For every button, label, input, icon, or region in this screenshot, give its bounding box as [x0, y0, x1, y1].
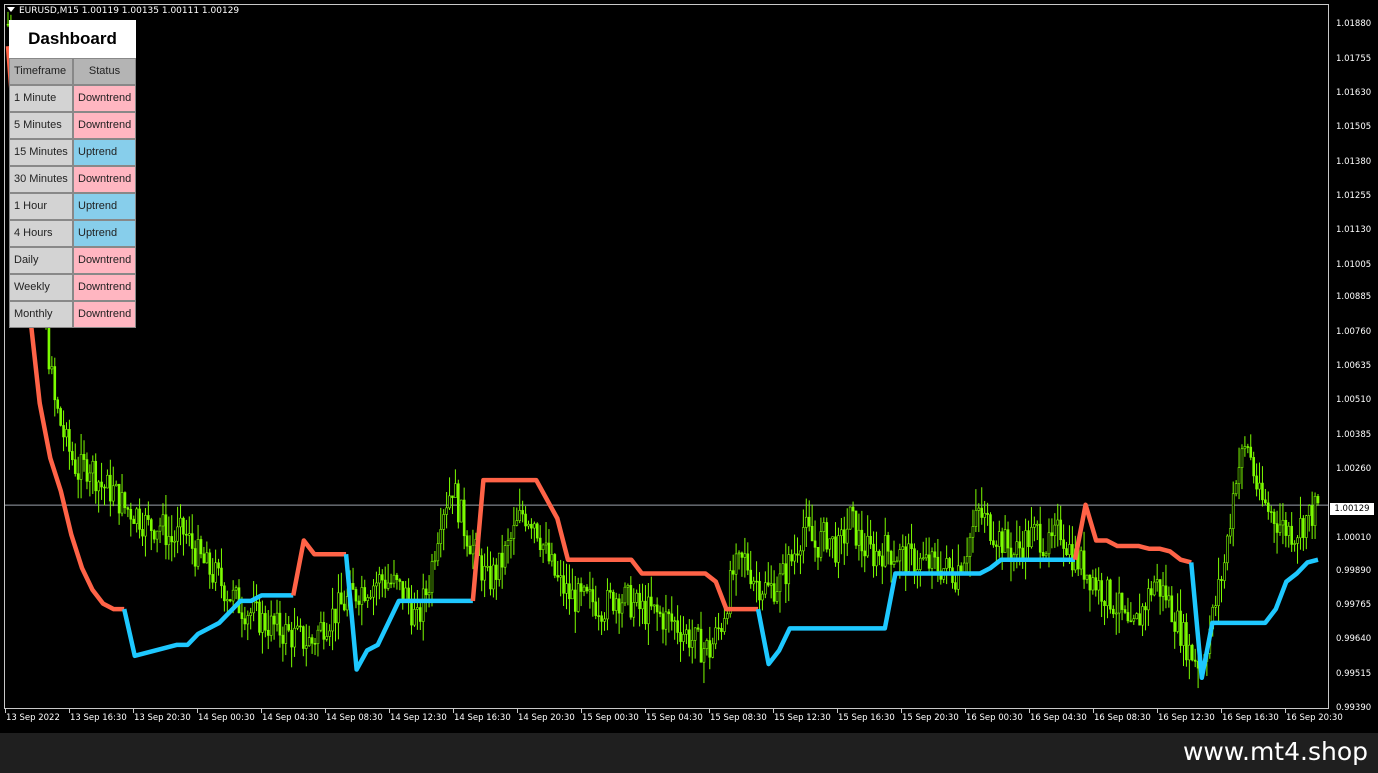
timeframe-cell: 15 Minutes — [9, 139, 73, 166]
time-tick-label: 13 Sep 16:30 — [70, 713, 127, 723]
time-tick-label: 14 Sep 08:30 — [326, 713, 383, 723]
dashboard-row: 1 Minute Downtrend — [9, 85, 136, 112]
time-tick-label: 15 Sep 08:30 — [710, 713, 767, 723]
dashboard-row: 15 Minutes Uptrend — [9, 139, 136, 166]
status-cell: Downtrend — [73, 301, 136, 328]
dashboard-row: Weekly Downtrend — [9, 274, 136, 301]
status-cell: Uptrend — [73, 220, 136, 247]
price-tick-label: 1.01880 — [1336, 19, 1372, 30]
status-cell: Uptrend — [73, 139, 136, 166]
price-tick-label: 1.00760 — [1336, 326, 1372, 337]
dropdown-triangle-icon[interactable] — [7, 7, 15, 12]
price-tick-label: 1.00635 — [1336, 361, 1372, 372]
price-tick-label: 1.00510 — [1336, 395, 1372, 406]
time-tick-label: 15 Sep 04:30 — [646, 713, 703, 723]
plot-border — [4, 4, 1329, 709]
status-cell: Downtrend — [73, 247, 136, 274]
timeframe-header: Timeframe — [9, 58, 73, 85]
time-tick-label: 15 Sep 20:30 — [902, 713, 959, 723]
dashboard-header-row: Timeframe Status — [9, 58, 136, 85]
time-tick-label: 16 Sep 04:30 — [1030, 713, 1087, 723]
status-cell: Downtrend — [73, 112, 136, 139]
timeframe-cell: 5 Minutes — [9, 112, 73, 139]
dashboard-row: 4 Hours Uptrend — [9, 220, 136, 247]
symbol-header[interactable]: EURUSD,M15 1.00119 1.00135 1.00111 1.001… — [7, 6, 239, 16]
time-tick-label: 15 Sep 00:30 — [582, 713, 639, 723]
chart-window[interactable]: EURUSD,M15 1.00119 1.00135 1.00111 1.001… — [0, 0, 1378, 733]
time-tick-label: 14 Sep 00:30 — [198, 713, 255, 723]
current-price-label: 1.00129 — [1330, 503, 1374, 515]
price-tick-label: 1.01255 — [1336, 190, 1372, 201]
timeframe-cell: 1 Minute — [9, 85, 73, 112]
time-tick-label: 16 Sep 20:30 — [1286, 713, 1343, 723]
status-header: Status — [73, 58, 136, 85]
time-tick-label: 14 Sep 12:30 — [390, 713, 447, 723]
time-tick-label: 13 Sep 2022 — [6, 713, 60, 723]
price-tick-label: 1.00010 — [1336, 532, 1372, 543]
dashboard-row: 5 Minutes Downtrend — [9, 112, 136, 139]
status-cell: Downtrend — [73, 166, 136, 193]
price-tick-label: 0.99640 — [1336, 634, 1372, 645]
timeframe-cell: 4 Hours — [9, 220, 73, 247]
dashboard-row: 1 Hour Uptrend — [9, 193, 136, 220]
dashboard-row: Monthly Downtrend — [9, 301, 136, 328]
timeframe-cell: 1 Hour — [9, 193, 73, 220]
time-tick-label: 13 Sep 20:30 — [134, 713, 191, 723]
timeframe-cell: Weekly — [9, 274, 73, 301]
price-tick-label: 1.01505 — [1336, 122, 1372, 133]
dashboard-panel: Dashboard Timeframe Status 1 Minute Downt… — [9, 20, 136, 328]
price-tick-label: 1.01630 — [1336, 87, 1372, 98]
time-tick-label: 16 Sep 16:30 — [1222, 713, 1279, 723]
price-tick-label: 1.00385 — [1336, 429, 1372, 440]
status-cell: Downtrend — [73, 274, 136, 301]
price-tick-label: 1.01005 — [1336, 259, 1372, 270]
dashboard-title: Dashboard — [9, 20, 136, 58]
price-tick-label: 1.01755 — [1336, 53, 1372, 64]
dashboard-row: 30 Minutes Downtrend — [9, 166, 136, 193]
dashboard-rows: 1 Minute Downtrend 5 Minutes Downtrend 15 Mi… — [9, 85, 136, 328]
timeframe-cell: Monthly — [9, 301, 73, 328]
time-tick-label: 16 Sep 08:30 — [1094, 713, 1151, 723]
time-tick-label: 15 Sep 12:30 — [774, 713, 831, 723]
price-tick-label: 0.99890 — [1336, 565, 1372, 576]
timeframe-cell: 30 Minutes — [9, 166, 73, 193]
time-tick-label: 15 Sep 16:30 — [838, 713, 895, 723]
watermark: www.mt4.shop — [1182, 737, 1368, 766]
price-tick-label: 1.00885 — [1336, 292, 1372, 303]
dashboard-row: Daily Downtrend — [9, 247, 136, 274]
price-tick-label: 0.99390 — [1336, 703, 1372, 713]
time-tick-label: 14 Sep 20:30 — [518, 713, 575, 723]
price-tick-label: 0.99765 — [1336, 600, 1372, 611]
time-tick-label: 16 Sep 12:30 — [1158, 713, 1215, 723]
price-tick-label: 1.01380 — [1336, 156, 1372, 167]
price-tick-label: 1.00260 — [1336, 464, 1372, 475]
time-tick-label: 16 Sep 00:30 — [966, 713, 1023, 723]
symbol-header-text: EURUSD,M15 1.00119 1.00135 1.00111 1.001… — [19, 6, 240, 16]
timeframe-cell: Daily — [9, 247, 73, 274]
price-tick-label: 0.99515 — [1336, 668, 1372, 679]
time-tick-label: 14 Sep 04:30 — [262, 713, 319, 723]
price-tick-label: 1.01130 — [1336, 225, 1372, 236]
time-tick-label: 14 Sep 16:30 — [454, 713, 511, 723]
footer-bar: www.mt4.shop — [0, 733, 1378, 773]
status-cell: Downtrend — [73, 85, 136, 112]
status-cell: Uptrend — [73, 193, 136, 220]
